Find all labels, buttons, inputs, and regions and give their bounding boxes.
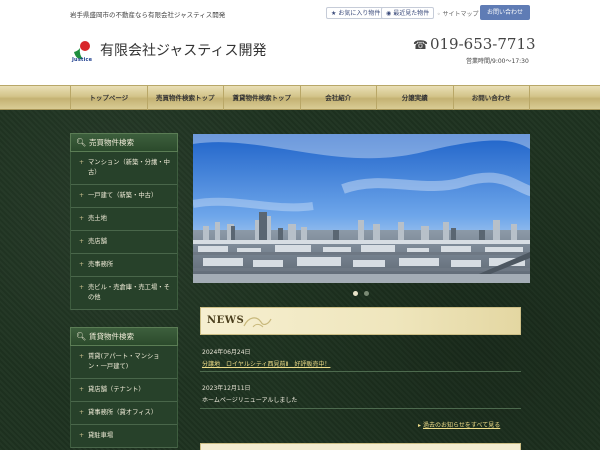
nav-company[interactable]: 会社紹介 (299, 86, 377, 110)
bullet-icon: + (79, 215, 85, 222)
slider-dot-1[interactable] (353, 291, 358, 296)
hero-slider[interactable] (193, 134, 530, 283)
recent-label: 最近見た物件 (393, 10, 430, 17)
header-contact-button[interactable]: お問い合わせ (480, 5, 530, 20)
bullet-icon: + (79, 432, 85, 439)
bullet-icon: + (79, 409, 85, 416)
sale-search-menu: + マンション（新築・分譲・中古） + 一戸建て（新築・中古） + 売土地 + 売店舗 … (70, 152, 178, 310)
city-skyline-image (193, 134, 530, 283)
nav-sale-search[interactable]: 売買物件検索トップ (146, 86, 224, 110)
sidebar-item-office[interactable]: + 売事務所 (71, 254, 177, 277)
sidebar-item-label: 貸事務所（貸オフィス） (88, 409, 158, 416)
bullet-icon: + (79, 284, 85, 291)
star-icon: ★ (331, 10, 337, 17)
ornament-icon (243, 317, 272, 328)
favorites-button[interactable]: ★ お気に入り物件 (326, 7, 386, 19)
sitemap-link[interactable]: ◦ サイトマップ (437, 9, 479, 18)
nav-results[interactable]: 分譲実績 (376, 86, 453, 110)
sidebar-item-rent-office[interactable]: + 貸事務所（貸オフィス） (71, 402, 177, 425)
sidebar-item-label: 貸店舗（テナント） (88, 386, 145, 393)
header-tagline: 岩手県盛岡市の不動産なら有限会社ジャスティス開発 (70, 11, 226, 19)
search-icon: 🔍︎ (76, 332, 87, 341)
sidebar-item-rent-parking[interactable]: + 貸駐車場 (71, 425, 177, 448)
nav-top[interactable]: トップページ (70, 86, 147, 110)
news-heading: NEWS (200, 307, 521, 335)
link-icon: ◦ (437, 11, 441, 18)
rent-search-title: 賃貸物件検索 (89, 332, 134, 341)
sidebar-item-label: 賃貸(アパート・マンション・一戸建て) (88, 353, 160, 370)
sidebar-item-label: 売土地 (88, 215, 107, 222)
company-name: 有限会社ジャスティス開発 (100, 43, 267, 59)
main-area: 🔍︎ 売買物件検索 + マンション（新築・分譲・中古） + 一戸建て（新築・中古） +… (0, 110, 600, 450)
news-text: ホームページリニューアルしました (202, 397, 298, 404)
telephone-icon: ☎ (413, 38, 428, 52)
bullet-icon: + (79, 353, 85, 360)
sidebar-item-shop[interactable]: + 売店舗 (71, 231, 177, 254)
bullet-icon: + (79, 192, 85, 199)
sidebar-item-house[interactable]: + 一戸建て（新築・中古） (71, 185, 177, 208)
sidebar-item-rent-shop[interactable]: + 貸店舗（テナント） (71, 379, 177, 402)
nav-rent-search[interactable]: 賃貸物件検索トップ (223, 86, 300, 110)
news-title: NEWS (207, 315, 245, 326)
business-hours: 営業時間/9:00～17:30 (466, 58, 529, 65)
sidebar-item-label: 売店舗 (88, 238, 107, 245)
logo-wordmark: Justice (72, 57, 93, 63)
eye-icon: ◉ (386, 10, 392, 17)
nav-contact[interactable]: お問い合わせ (452, 86, 530, 110)
recent-button[interactable]: ◉ 最近見た物件 (381, 7, 435, 19)
sidebar-item-label: 売ビル・売倉庫・売工場・その他 (88, 284, 170, 301)
global-nav: トップページ 売買物件検索トップ 賃貸物件検索トップ 会社紹介 分譲実績 お問い… (0, 85, 600, 110)
site-header: 岩手県盛岡市の不動産なら有限会社ジャスティス開発 ★ お気に入り物件 ◉ 最近見た物… (0, 0, 600, 85)
news-divider (200, 371, 521, 372)
sale-search-heading: 🔍︎ 売買物件検索 (70, 133, 178, 152)
sale-search-title: 売買物件検索 (89, 138, 134, 147)
sidebar-item-land[interactable]: + 売土地 (71, 208, 177, 231)
next-section-header (200, 443, 521, 450)
bullet-icon: + (79, 386, 85, 393)
favorites-label: お気に入り物件 (338, 10, 381, 17)
rent-search-heading: 🔍︎ 賃貸物件検索 (70, 327, 178, 346)
rent-search-menu: + 賃貸(アパート・マンション・一戸建て) + 貸店舗（テナント） + 貸事務所（貸オ… (70, 346, 178, 448)
search-icon: 🔍︎ (76, 138, 87, 147)
bullet-icon: + (79, 159, 85, 166)
sidebar-item-label: マンション（新築・分譲・中古） (88, 159, 170, 176)
phone-text: 019-653-7713 (429, 35, 536, 53)
sidebar-item-label: 売事務所 (88, 261, 114, 268)
sitemap-label: サイトマップ (442, 11, 479, 18)
news-date: 2024年06月24日 (202, 349, 251, 356)
sidebar-item-mansion[interactable]: + マンション（新築・分譲・中古） (71, 152, 177, 185)
news-date: 2023年12月11日 (202, 385, 251, 392)
sidebar-item-label: 一戸建て（新築・中古） (88, 192, 158, 199)
news-link[interactable]: 分譲地 ロイヤルシティ西見前Ⅱ 好評販売中！ (202, 359, 330, 368)
sidebar-item-building[interactable]: + 売ビル・売倉庫・売工場・その他 (71, 277, 177, 310)
arrow-right-icon: ▸ (418, 422, 422, 429)
slider-dot-2[interactable] (364, 291, 369, 296)
bullet-icon: + (79, 238, 85, 245)
news-divider (200, 408, 521, 409)
bullet-icon: + (79, 261, 85, 268)
news-archive-label: 過去のお知らせをすべて見る (423, 422, 501, 429)
sidebar-item-label: 貸駐車場 (88, 432, 114, 439)
phone-number: ☎ 019-653-7713 (413, 35, 536, 53)
news-archive-link[interactable]: ▸ 過去のお知らせをすべて見る (418, 420, 500, 429)
sidebar-item-rent-residence[interactable]: + 賃貸(アパート・マンション・一戸建て) (71, 346, 177, 379)
